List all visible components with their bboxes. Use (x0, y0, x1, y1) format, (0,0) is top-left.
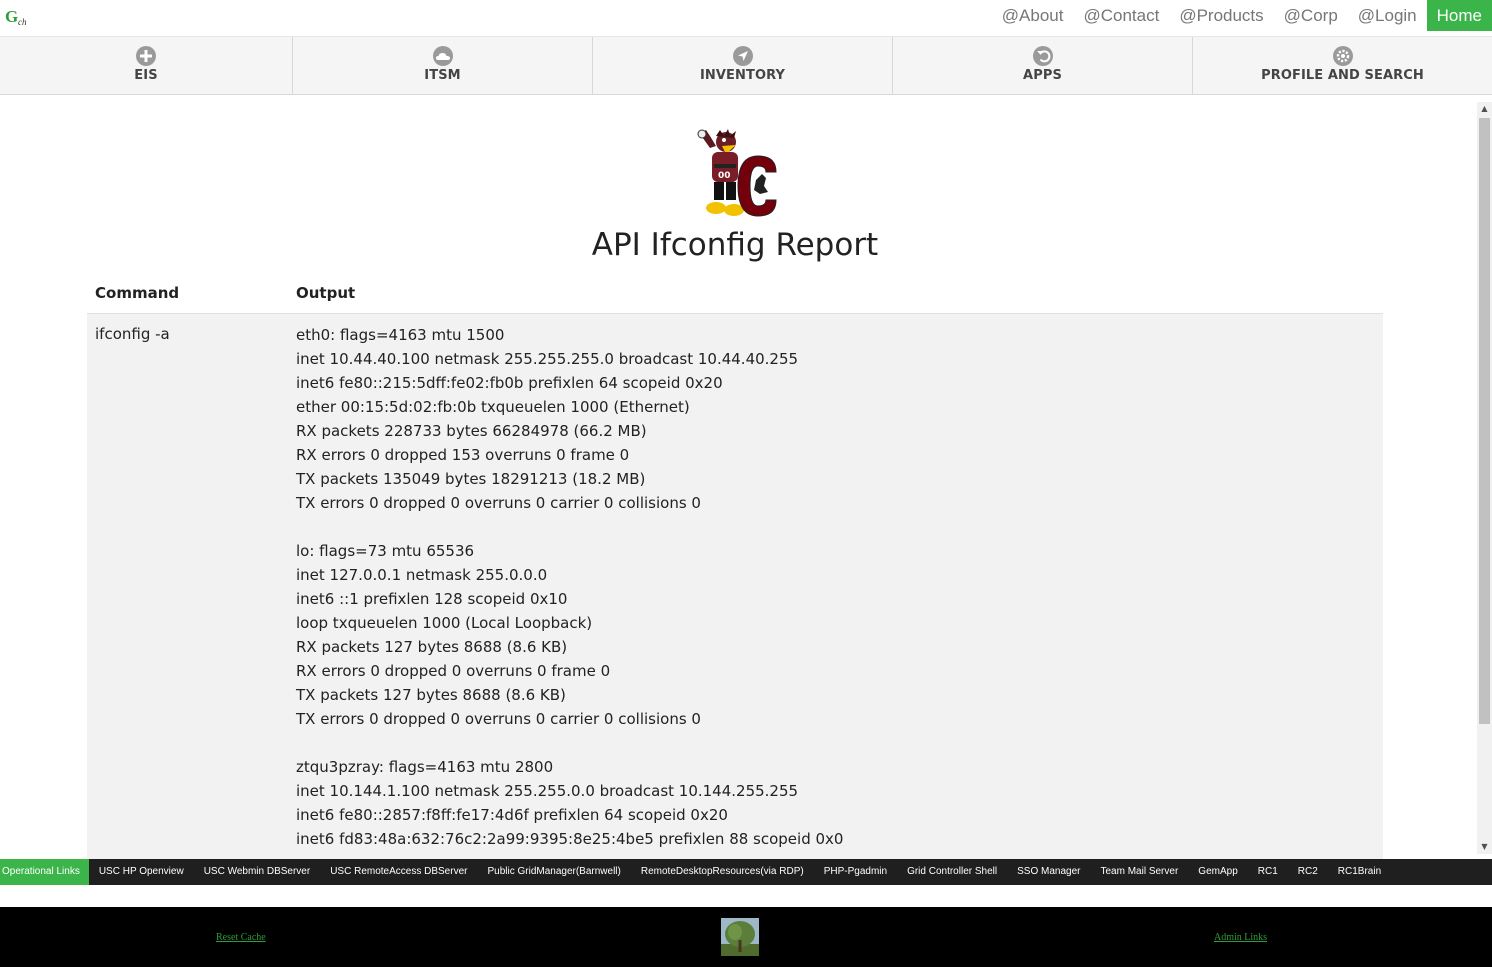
operational-links-bar: Operational Links USC HP Openview USC We… (0, 859, 1492, 885)
output-line: ztqu3pzray: flags=4163 mtu 2800 (296, 758, 554, 776)
mascot-logo: 00 (697, 129, 777, 217)
tab-eis[interactable]: EIS (0, 37, 293, 94)
output-cell: eth0: flags=4163 mtu 1500 inet 10.44.40.… (296, 323, 843, 851)
table-header: Command Output (87, 278, 1383, 314)
oplink-php-pgadmin[interactable]: PHP-Pgadmin (814, 859, 897, 885)
tab-inventory[interactable]: INVENTORY (593, 37, 893, 94)
reset-cache-link[interactable]: Reset Cache (216, 932, 266, 943)
oplink-remote-desktop-resources[interactable]: RemoteDesktopResources(via RDP) (631, 859, 814, 885)
admin-links-link[interactable]: Admin Links (1214, 932, 1267, 943)
nav-home-link[interactable]: Home (1426, 0, 1492, 31)
nav-contact-link[interactable]: @Contact (1073, 0, 1169, 31)
scrollbar-thumb[interactable] (1479, 118, 1490, 724)
tab-label: PROFILE AND SEARCH (1261, 68, 1424, 83)
output-line: inet6 ::1 prefixlen 128 scopeid 0x10 (296, 590, 568, 608)
top-nav: @About @Contact @Products @Corp @Login H… (992, 0, 1492, 31)
output-line: RX packets 127 bytes 8688 (8.6 KB) (296, 638, 568, 656)
output-line: eth0: flags=4163 mtu 1500 (296, 326, 505, 344)
oplink-team-mail-server[interactable]: Team Mail Server (1090, 859, 1188, 885)
output-line: inet6 fd83:48a:632:76c2:2a99:9395:8e25:4… (296, 830, 844, 848)
oplink-grid-controller-shell[interactable]: Grid Controller Shell (897, 859, 1007, 885)
tree-thumbnail-image[interactable] (721, 918, 759, 956)
scroll-up-icon[interactable]: ▲ (1477, 102, 1492, 116)
column-header-output: Output (296, 284, 356, 302)
oplink-rc2[interactable]: RC2 (1288, 859, 1328, 885)
nav-login-link[interactable]: @Login (1348, 0, 1427, 31)
oplink-public-gridmanager[interactable]: Public GridManager(Barnwell) (477, 859, 630, 885)
output-line: inet 10.44.40.100 netmask 255.255.255.0 … (296, 350, 799, 368)
plus-circle-icon (136, 46, 156, 66)
report-table: Command Output ifconfig -a eth0: flags=4… (87, 278, 1383, 859)
output-line: loop txqueuelen 1000 (Local Loopback) (296, 614, 593, 632)
cloud-icon (432, 46, 453, 66)
gear-icon (1332, 46, 1353, 66)
output-line: inet 10.144.1.100 netmask 255.255.0.0 br… (296, 782, 799, 800)
navigation-arrow-icon (732, 46, 753, 66)
output-line: RX errors 0 dropped 0 overruns 0 frame 0 (296, 662, 611, 680)
oplink-usc-hp-openview[interactable]: USC HP Openview (89, 859, 194, 885)
oplink-rc1[interactable]: RC1 (1248, 859, 1288, 885)
top-bar: G ch @About @Contact @Products @Corp @Lo… (0, 0, 1492, 37)
tab-label: ITSM (424, 68, 461, 83)
oplink-sso-manager[interactable]: SSO Manager (1007, 859, 1090, 885)
nav-products-link[interactable]: @Products (1169, 0, 1273, 31)
page-title: API Ifconfig Report (591, 227, 879, 263)
output-line: lo: flags=73 mtu 65536 (296, 542, 475, 560)
column-header-command: Command (95, 284, 180, 302)
output-line: TX packets 127 bytes 8688 (8.6 KB) (296, 686, 566, 704)
footer: Reset Cache Admin Links (0, 907, 1492, 967)
tab-profile-and-search[interactable]: PROFILE AND SEARCH (1193, 37, 1492, 94)
main-content: 00 API Ifconfig Report Command Output if… (0, 95, 1477, 859)
oplink-rc1brain[interactable]: RC1Brain (1328, 859, 1391, 885)
output-line: inet 127.0.0.1 netmask 255.0.0.0 (296, 566, 548, 584)
output-line: TX packets 135049 bytes 18291213 (18.2 M… (296, 470, 646, 488)
tab-label: EIS (134, 68, 158, 83)
tab-label: APPS (1023, 68, 1062, 83)
output-line: RX errors 0 dropped 153 overruns 0 frame… (296, 446, 630, 464)
svg-text:G: G (5, 7, 18, 26)
content-scrollbar[interactable]: ▲ ▼ (1477, 102, 1492, 854)
site-logo[interactable]: G ch (5, 6, 37, 28)
output-line: RX packets 228733 bytes 66284978 (66.2 M… (296, 422, 647, 440)
nav-corp-link[interactable]: @Corp (1274, 0, 1348, 31)
oplink-operational-links[interactable]: Operational Links (0, 859, 89, 885)
svg-text:00: 00 (718, 171, 731, 181)
output-line: TX errors 0 dropped 0 overruns 0 carrier… (296, 494, 701, 512)
table-row: ifconfig -a eth0: flags=4163 mtu 1500 in… (87, 314, 1383, 859)
oplink-gemapp[interactable]: GemApp (1188, 859, 1247, 885)
main-tab-bar: EIS ITSM INVENTORY APPS PROFILE AND SEAR… (0, 37, 1492, 95)
scroll-down-icon[interactable]: ▼ (1477, 840, 1492, 854)
footer-spacer (0, 885, 1492, 907)
refresh-back-icon (1032, 46, 1053, 66)
oplink-usc-remoteaccess-dbserver[interactable]: USC RemoteAccess DBServer (320, 859, 477, 885)
nav-about-link[interactable]: @About (992, 0, 1074, 31)
output-line: inet6 fe80::215:5dff:fe02:fb0b prefixlen… (296, 374, 723, 392)
tab-apps[interactable]: APPS (893, 37, 1193, 94)
output-line: TX errors 0 dropped 0 overruns 0 carrier… (296, 710, 701, 728)
output-line: ether 00:15:5d:02:fb:0b txqueuelen 1000 … (296, 398, 690, 416)
tab-label: INVENTORY (699, 68, 786, 83)
svg-text:ch: ch (18, 17, 27, 27)
oplink-usc-webmin-dbserver[interactable]: USC Webmin DBServer (194, 859, 321, 885)
output-line: inet6 fe80::2857:f8ff:fe17:4d6f prefixle… (296, 806, 728, 824)
command-cell: ifconfig -a (95, 325, 170, 343)
tab-itsm[interactable]: ITSM (293, 37, 593, 94)
